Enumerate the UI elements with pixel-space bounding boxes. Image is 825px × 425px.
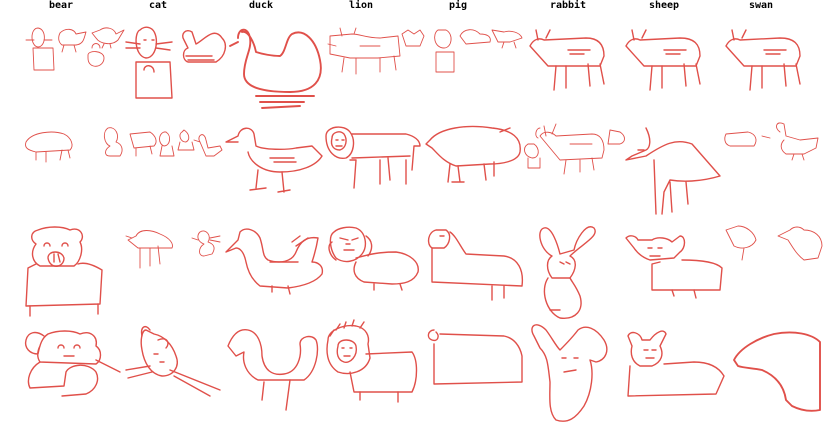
sketch-lion-1 [327,27,401,75]
sketch-swan-4 [733,331,821,412]
sketch-sheep-2 [625,127,721,215]
sketch-duck-1 [229,28,322,109]
sketch-pig-2 [425,125,521,183]
sketch-pig-4 [427,329,523,385]
sketch-swan-1 [725,29,801,91]
sketch-lion-2 [325,126,421,189]
sketch-lion-3 [328,226,419,291]
sketch-grid [24,26,823,422]
sketch-pig-1 [401,29,523,73]
sketch-cat-1 [125,26,227,99]
sketch-bear-1 [25,27,125,71]
sketch-duck-2 [225,127,323,193]
sketch-rabbit-1 [529,29,605,91]
sketch-sheep-4 [627,330,725,397]
sketch-sheep-1 [625,29,701,91]
sketch-swan-3 [725,225,823,261]
sketch-sheep-3 [625,235,723,299]
sketch-bear-4 [24,330,121,397]
sketch-pig-3 [427,229,524,301]
sketch-rabbit-2 [524,123,625,175]
sketch-cat-4 [125,325,221,397]
sketch-duck-3 [225,228,324,295]
sketch-bear-2 [25,131,73,163]
sketch-cat-2 [103,127,223,157]
sketch-lion-4 [326,319,418,403]
sketch-rabbit-4 [531,324,608,422]
sketch-cat-3 [125,230,221,269]
sketch-duck-4 [227,329,319,411]
sketch-swan-2 [724,122,819,161]
sketch-bear-3 [25,226,103,317]
sketch-rabbit-3 [539,226,596,319]
